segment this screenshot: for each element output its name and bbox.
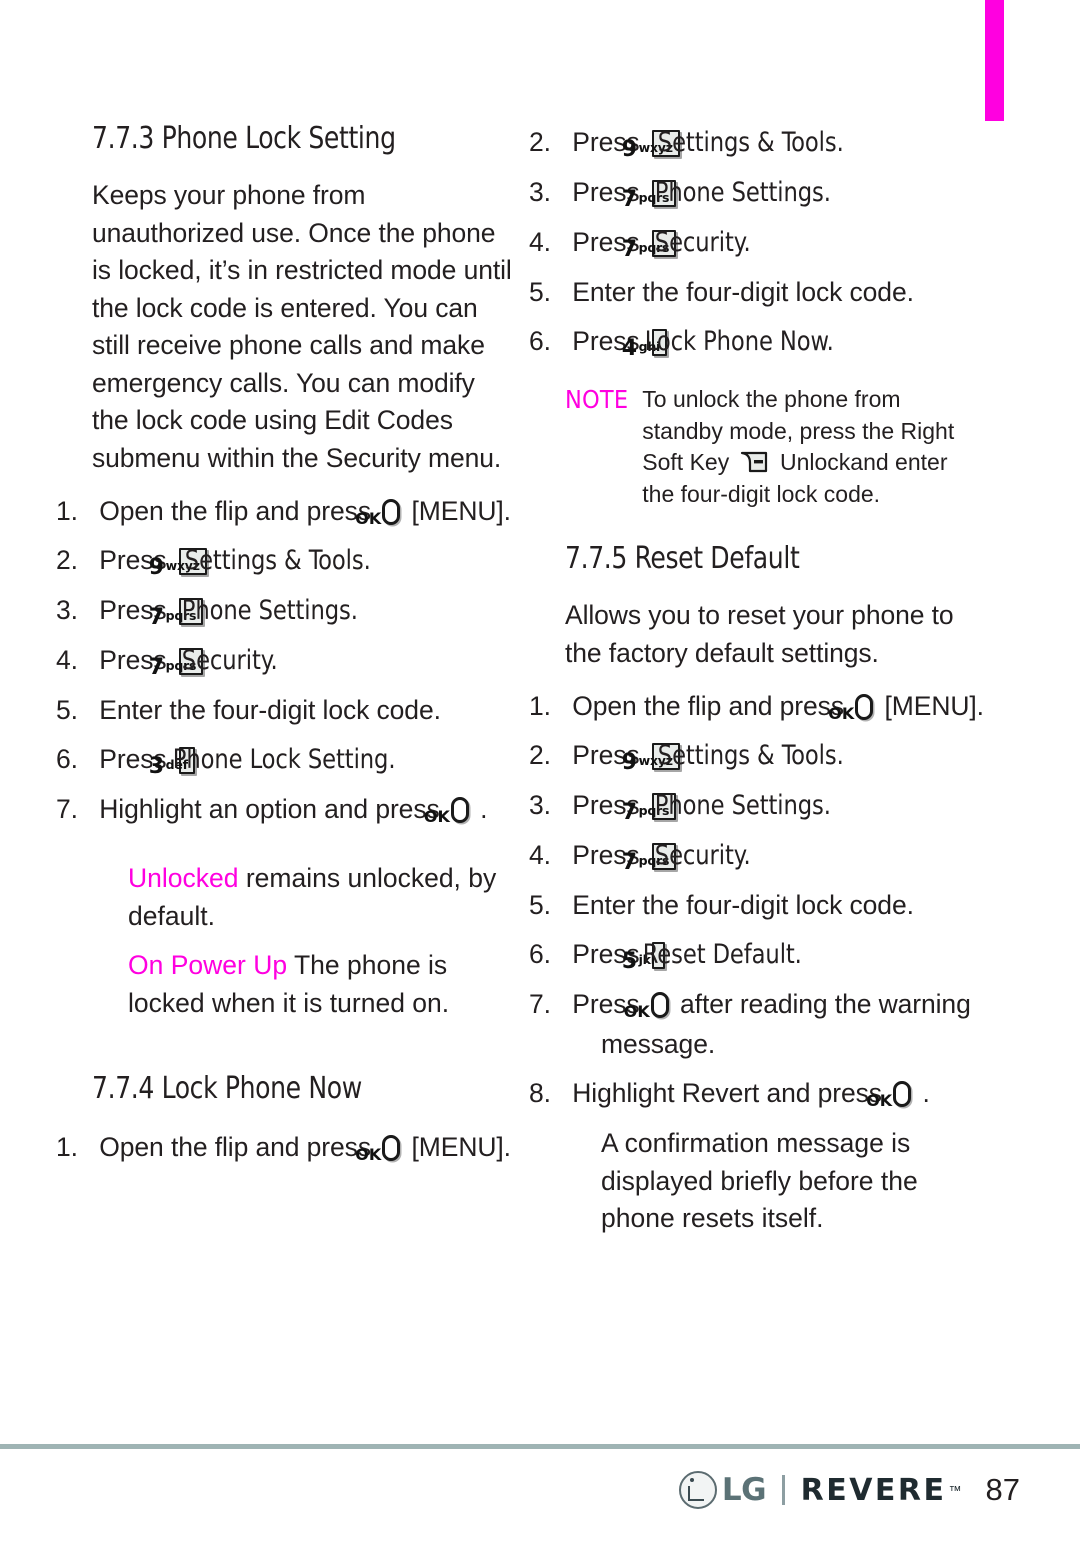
ok-key-icon: OK <box>355 499 401 527</box>
section-775-closing: A confirmation message is displayed brie… <box>601 1128 918 1233</box>
step-text-end: Security. <box>654 840 751 871</box>
manual-page: 7.7.3 Phone Lock Setting Keeps your phon… <box>0 0 1080 1552</box>
step-text-end: Phone Settings. <box>654 177 831 208</box>
step-item: 1. Open the flip and press OK [MENU]. <box>529 691 985 723</box>
step-item: 5. Enter the four-digit lock code. <box>529 277 914 307</box>
step-item: 4. Press 7 pqrs Security. <box>529 222 985 263</box>
right-soft-key-icon <box>740 450 770 474</box>
page-footer: LG REVERE ™ 87 <box>0 1460 1080 1520</box>
step-text-end: Security. <box>654 227 751 258</box>
step-text-end: Phone Lock Setting. <box>172 744 396 775</box>
step-item: 6. Press 3 def Phone Lock Setting. <box>56 739 512 780</box>
option-item: On Power Up The phone is locked when it … <box>92 947 512 1022</box>
step-text-end: [MENU]. <box>411 496 512 526</box>
step-item: 3. Press 7 pqrs Phone Settings. <box>56 590 512 631</box>
section-heading-775: 7.7.5 Reset Default <box>565 541 800 576</box>
step-text: Open the flip and press <box>99 1132 371 1162</box>
step-text-end: [MENU]. <box>884 691 985 721</box>
step-item: 3. Press 7 pqrs Phone Settings. <box>529 785 985 826</box>
right-steps-continued: 2. Press 9 wxyz Settings & Tools. 3. Pres… <box>529 122 985 362</box>
step-text-end: Settings & Tools. <box>657 127 844 158</box>
step-item: 7. Press OK after reading the warning me… <box>529 989 971 1059</box>
step-text-end: Phone Settings. <box>654 790 831 821</box>
step-item: 7. Highlight an option and press OK . <box>56 794 488 826</box>
note-body: To unlock the phone from standby mode, p… <box>642 384 985 510</box>
section-773-intro: Keeps your phone from unauthorized use. … <box>92 180 512 473</box>
footer-brand-separator <box>782 1475 785 1505</box>
step-text-end: Phone Settings. <box>181 595 358 626</box>
section-heading-774: 7.7.4 Lock Phone Now <box>92 1071 362 1106</box>
ok-key-icon: OK <box>355 1135 401 1163</box>
footer-divider-rule <box>0 1444 1080 1449</box>
ok-key-icon: OK <box>866 1081 912 1109</box>
note-label: NOTE <box>565 385 629 414</box>
section-heading-773: 7.7.3 Phone Lock Setting <box>92 121 396 156</box>
ok-key-icon: OK <box>624 992 669 1020</box>
step-text-end: Reset Default. <box>642 939 802 970</box>
step-text: Highlight an option and press <box>99 794 440 824</box>
step-item: 1. Open the flip and press OK [MENU]. <box>56 496 512 528</box>
step-text-end: . <box>922 1078 930 1108</box>
step-item: 6. Press 4 ghi Lock Phone Now. <box>529 321 985 362</box>
step-item: 5. Enter the four-digit lock code. <box>529 890 914 920</box>
step-item: 8. Highlight Revert and press OK . <box>529 1078 930 1110</box>
step-text-end: Security. <box>181 645 278 676</box>
note-text-after: Unlock <box>779 449 851 475</box>
left-column: 7.7.3 Phone Lock Setting Keeps your phon… <box>56 121 512 1176</box>
step-text-end: [MENU]. <box>411 1132 512 1162</box>
right-steps-list: 1. Open the flip and press OK [MENU]. 2.… <box>529 686 985 1113</box>
step-item: 2. Press 9 wxyz Settings & Tools. <box>529 735 985 776</box>
option-name: On Power Up <box>128 950 288 980</box>
section-775-intro: Allows you to reset your phone to the fa… <box>565 600 954 668</box>
left-steps-list: 1. Open the flip and press OK [MENU]. 2.… <box>56 491 512 829</box>
option-item: Unlocked remains unlocked, by default. <box>92 860 512 935</box>
section-tab-marker <box>985 0 1004 121</box>
step-text: Enter the four-digit lock code. <box>99 695 441 725</box>
step-item: 6. Press 5 jkl Reset Default. <box>529 934 985 975</box>
step-text-end: Lock Phone Now. <box>645 326 835 357</box>
step-text: Enter the four-digit lock code. <box>572 277 914 307</box>
step-item: 2. Press 9 wxyz Settings & Tools. <box>529 122 985 163</box>
ok-key-icon: OK <box>828 694 874 722</box>
lg-brand-text: LG <box>721 1472 767 1508</box>
step-item: 1. Open the flip and press OK [MENU]. <box>56 1132 512 1164</box>
step-item: 3. Press 7 pqrs Phone Settings. <box>529 172 985 213</box>
right-column: 2. Press 9 wxyz Settings & Tools. 3. Pres… <box>529 122 985 1248</box>
step-text: Open the flip and press <box>99 496 371 526</box>
step-text: Highlight Revert and press <box>572 1078 882 1108</box>
step-text-end: Settings & Tools. <box>657 740 844 771</box>
page-number: 87 <box>985 1472 1020 1507</box>
step-text-end: . <box>480 794 488 824</box>
note-block: NOTE To unlock the phone from standby mo… <box>565 384 985 510</box>
lg-logo-icon <box>678 1471 717 1509</box>
step-item: 4. Press 7 pqrs Security. <box>56 640 512 681</box>
step-text: Open the flip and press <box>572 691 844 721</box>
step-item: 5. Enter the four-digit lock code. <box>56 695 441 725</box>
product-name-text: REVERE <box>800 1472 947 1508</box>
step-text-end: Settings & Tools. <box>184 545 371 576</box>
step-item: 4. Press 7 pqrs Security. <box>529 835 985 876</box>
step-item: 2. Press 9 wxyz Settings & Tools. <box>56 540 512 581</box>
trademark-symbol: ™ <box>948 1482 962 1498</box>
option-name: Unlocked <box>128 863 239 893</box>
step-text: Enter the four-digit lock code. <box>572 890 914 920</box>
ok-key-icon: OK <box>424 797 469 825</box>
